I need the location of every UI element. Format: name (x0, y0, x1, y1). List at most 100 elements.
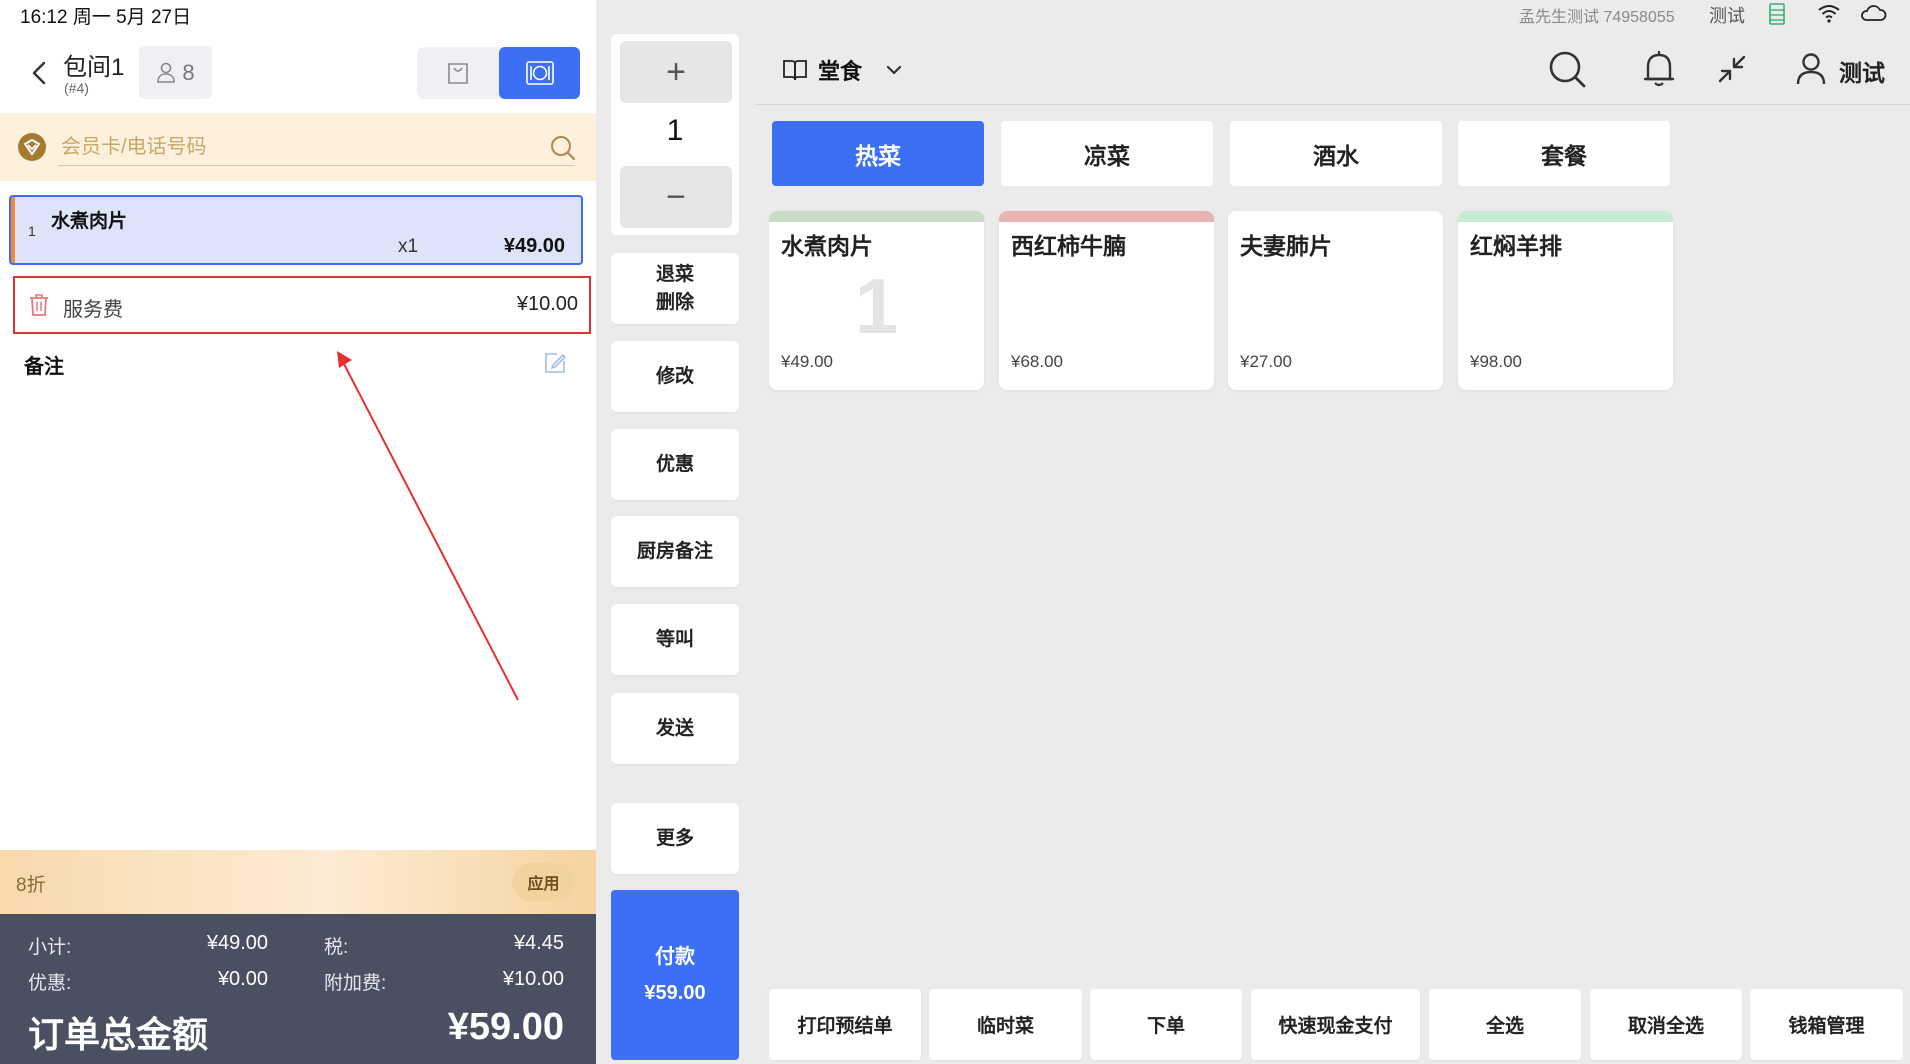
card-price: ¥49.00 (781, 352, 833, 371)
card-color-stripe (1228, 211, 1443, 222)
menu-item-card[interactable]: 西红柿牛腩 ¥68.00 (999, 211, 1214, 390)
guest-count-button[interactable]: 8 (139, 46, 212, 99)
decrease-quantity-button[interactable]: − (620, 166, 732, 228)
service-fee-row[interactable]: 服务费 ¥10.00 (14, 278, 590, 334)
search-icon[interactable] (1547, 49, 1587, 89)
cloud-icon (1859, 3, 1887, 23)
void-label: 退菜 (655, 263, 694, 285)
modify-button[interactable]: 修改 (611, 341, 739, 412)
takeout-mode-button[interactable] (417, 47, 499, 99)
discount-bar: 8折 应用 (0, 850, 596, 914)
quantity-stepper: + 1 − (611, 34, 739, 235)
category-tab-cold-dishes[interactable]: 凉菜 (1001, 121, 1213, 186)
table-name[interactable]: 包间1 (63, 47, 124, 82)
grand-total-label: 订单总金额 (28, 1014, 209, 1055)
subtotal-value: ¥49.00 (206, 932, 268, 954)
trash-icon[interactable] (28, 293, 50, 317)
promotion-button[interactable]: 优惠 (611, 429, 739, 500)
kitchen-note-button[interactable]: 厨房备注 (611, 516, 739, 587)
category-tab-set-meals[interactable]: 套餐 (1458, 121, 1670, 186)
member-badge-icon (16, 131, 48, 163)
surcharge-label: 附加费: (324, 973, 387, 994)
delete-label: 删除 (655, 291, 694, 313)
void-delete-button[interactable]: 退菜 删除 (611, 253, 739, 324)
card-price: ¥98.00 (1470, 352, 1522, 371)
order-number: (#4) (64, 80, 89, 96)
wifi-icon (1817, 3, 1841, 23)
chevron-left-icon (32, 61, 46, 85)
card-name: 西红柿牛腩 (1011, 233, 1126, 259)
category-tab-hot-dishes[interactable]: 热菜 (772, 121, 984, 186)
quantity-value: 1 (666, 114, 684, 147)
increase-quantity-button[interactable]: + (620, 41, 732, 103)
menu-item-card[interactable]: 红焖羊排 ¥98.00 (1458, 211, 1673, 390)
card-name: 水煮肉片 (781, 233, 873, 259)
card-color-stripe (1458, 211, 1673, 222)
person-icon (157, 62, 176, 83)
pay-amount: ¥59.00 (644, 982, 706, 1004)
order-mode-toggle (417, 47, 580, 99)
line-price: ¥49.00 (503, 235, 565, 257)
search-icon[interactable] (549, 134, 577, 162)
member-search-input[interactable] (58, 130, 575, 166)
line-quantity: x1 (398, 236, 419, 257)
more-button[interactable]: 更多 (611, 803, 739, 874)
status-user: 测试 (1709, 6, 1745, 26)
account-info: 孟先生测试 74958055 (1519, 9, 1675, 26)
tax-label: 税: (324, 937, 349, 958)
status-datetime: 16:12 周一 5月 27日 (20, 7, 192, 28)
tax-value: ¥4.45 (513, 932, 564, 954)
cash-drawer-button[interactable]: 钱箱管理 (1750, 989, 1903, 1060)
chevron-down-icon (886, 65, 902, 75)
print-prebill-button[interactable]: 打印预结单 (769, 989, 921, 1060)
apply-discount-button[interactable]: 应用 (512, 863, 575, 901)
card-price: ¥68.00 (1011, 352, 1063, 371)
menu-item-card[interactable]: 夫妻肺片 ¥27.00 (1228, 211, 1443, 390)
card-color-stripe (769, 211, 984, 222)
selected-stripe (11, 197, 15, 263)
user-icon[interactable] (1796, 52, 1826, 86)
order-line-item[interactable]: 1 水煮肉片 x1 ¥49.00 (9, 195, 583, 265)
member-search-bar (0, 113, 596, 181)
card-name: 红焖羊排 (1470, 233, 1562, 259)
grand-total-value: ¥59.00 (447, 1006, 564, 1048)
list-icon (1769, 3, 1785, 25)
bell-icon[interactable] (1642, 49, 1676, 89)
service-fee-label: 服务费 (63, 299, 123, 321)
deselect-all-button[interactable]: 取消全选 (1590, 989, 1742, 1060)
place-order-button[interactable]: 下单 (1090, 989, 1242, 1060)
discount-label: 8折 (16, 875, 46, 896)
dine-in-mode-button[interactable] (499, 47, 580, 99)
pay-label: 付款 (655, 946, 695, 968)
service-fee-amount: ¥10.00 (516, 293, 578, 315)
pay-button[interactable]: 付款 ¥59.00 (611, 890, 739, 1060)
hold-button[interactable]: 等叫 (611, 604, 739, 675)
note-label: 备注 (24, 356, 64, 378)
dine-in-plate-icon (525, 61, 554, 85)
discount-total-label: 优惠: (28, 973, 72, 994)
menu-item-card[interactable]: 1 水煮肉片 ¥49.00 (769, 211, 984, 390)
dining-mode-label: 堂食 (818, 59, 863, 84)
card-color-stripe (999, 211, 1214, 222)
select-all-button[interactable]: 全选 (1429, 989, 1581, 1060)
temp-dish-button[interactable]: 临时菜 (929, 989, 1082, 1060)
line-index: 1 (28, 223, 36, 239)
header-user-label[interactable]: 测试 (1839, 54, 1885, 88)
send-button[interactable]: 发送 (611, 693, 739, 764)
edit-icon[interactable] (543, 351, 567, 375)
guest-count: 8 (182, 59, 195, 85)
category-tab-drinks[interactable]: 酒水 (1230, 121, 1442, 186)
card-price: ¥27.00 (1240, 352, 1292, 371)
card-name: 夫妻肺片 (1240, 233, 1332, 259)
totals-panel: 小计: ¥49.00 税: ¥4.45 优惠: ¥0.00 附加费: ¥10.0… (0, 914, 596, 1064)
quick-cash-pay-button[interactable]: 快速现金支付 (1251, 989, 1420, 1060)
dining-mode-select[interactable]: 堂食 (782, 50, 902, 90)
card-quantity-badge: 1 (854, 262, 899, 350)
surcharge-value: ¥10.00 (502, 968, 564, 990)
collapse-icon[interactable] (1717, 54, 1747, 84)
back-button[interactable] (24, 56, 54, 90)
subtotal-label: 小计: (28, 937, 72, 958)
line-name: 水煮肉片 (51, 211, 128, 232)
book-icon (783, 60, 807, 81)
header-divider (755, 104, 1910, 105)
